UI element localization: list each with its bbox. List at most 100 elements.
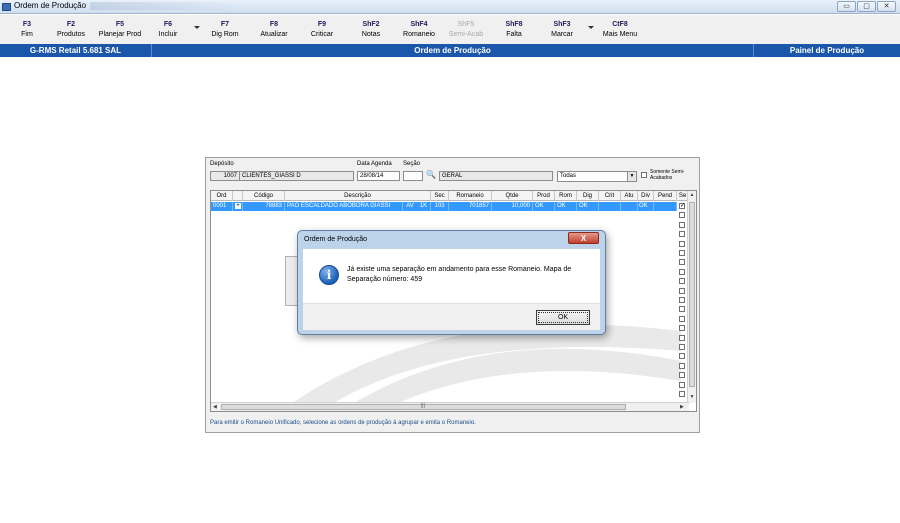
toolbar-label: Dig Rom <box>211 31 239 38</box>
status-filter-value: Todas <box>560 173 577 179</box>
row-select-checkbox[interactable] <box>679 372 685 379</box>
col-romaneio[interactable]: Romaneio <box>449 191 492 201</box>
row-select-checkbox[interactable] <box>679 221 685 228</box>
module-title: Ordem de Produção <box>152 44 754 57</box>
col-descricao[interactable]: Descrição <box>285 191 431 201</box>
toolbar-atualizar-button[interactable]: F8 Atualizar <box>249 20 299 40</box>
row-select-checkbox[interactable] <box>679 297 685 303</box>
row-select-checkbox[interactable] <box>679 306 685 313</box>
row-select-checkbox[interactable] <box>679 325 685 332</box>
toolbar-marcar-button[interactable]: ShF3 Marcar <box>537 20 587 40</box>
table-row[interactable]: 0001 + 78883 PAO ESCALDADO ABOBORA GIASS… <box>211 202 677 211</box>
toolbar-key: F5 <box>115 21 125 28</box>
row-select-checkbox[interactable] <box>679 278 685 285</box>
status-filter-select[interactable]: Todas ▼ <box>557 171 637 182</box>
deposito-code-field[interactable]: 1007 <box>210 171 240 181</box>
cell-prod: OK <box>533 202 555 211</box>
col-sec[interactable]: Sec <box>431 191 449 201</box>
cell-div: OK <box>638 202 654 211</box>
row-select-checkbox[interactable] <box>679 315 685 322</box>
marcar-dropdown-arrow-icon[interactable] <box>588 26 594 29</box>
somente-semi-acabados-checkbox[interactable] <box>641 172 647 178</box>
row-select-checkbox[interactable] <box>679 353 685 360</box>
toolbar-romaneio-button[interactable]: ShF4 Romaneio <box>394 20 444 40</box>
row-select-checkbox[interactable] <box>679 362 685 369</box>
toolbar-label: Notas <box>361 31 381 38</box>
toolbar-label: Criticar <box>310 31 334 38</box>
toolbar-key: ShF5 <box>457 21 475 28</box>
vertical-scrollbar[interactable]: ▲ ▼ <box>687 191 696 403</box>
chevron-down-icon[interactable]: ▼ <box>627 172 636 181</box>
vertical-scroll-thumb[interactable] <box>689 202 695 387</box>
row-select-checkbox[interactable] <box>679 268 685 275</box>
dialog-close-button[interactable]: X <box>568 232 599 244</box>
scroll-down-icon[interactable]: ▼ <box>688 394 696 400</box>
toolbar-key: F6 <box>163 21 173 28</box>
scroll-right-icon[interactable]: ▶ <box>680 404 684 410</box>
binoculars-search-icon[interactable]: 🔍 <box>426 170 436 179</box>
minimize-button[interactable]: ▭ <box>837 1 856 12</box>
dialog-message: Já existe uma separação em andamento par… <box>347 266 572 283</box>
col-atu[interactable]: Atu <box>621 191 638 201</box>
row-select-checkbox[interactable] <box>679 381 685 388</box>
scroll-left-icon[interactable]: ◀ <box>213 404 217 410</box>
toolbar-mais-menu-button[interactable]: CtF8 Mais Menu <box>595 20 645 40</box>
toolbar-planejar-prod-button[interactable]: F5 Planejar Prod <box>95 20 145 40</box>
col-prod[interactable]: Prod <box>533 191 555 201</box>
col-dig[interactable]: Dig <box>577 191 599 201</box>
cell-expand[interactable]: + <box>233 202 243 211</box>
deposito-name-field: CLIENTES_GIASSI D <box>239 171 354 181</box>
toolbar-produtos-button[interactable]: F2 Produtos <box>46 20 96 40</box>
row-select-checkbox-checked[interactable]: ✓ <box>679 203 685 209</box>
row-select-checkbox[interactable] <box>679 250 685 256</box>
expand-plus-icon[interactable]: + <box>235 203 241 209</box>
panel-title: Painel de Produção <box>789 46 865 55</box>
deposito-label: Depósito <box>210 161 234 167</box>
toolbar-incluir-button[interactable]: F6 Incluir <box>143 20 193 40</box>
toolbar-label: Falta <box>506 31 522 38</box>
row-select-checkbox[interactable] <box>679 287 685 294</box>
dialog-footer: OK <box>303 303 600 330</box>
row-select-checkbox[interactable] <box>679 391 685 397</box>
col-ord[interactable]: Ord <box>211 191 233 201</box>
toolbar-criticar-button[interactable]: F9 Criticar <box>297 20 347 40</box>
toolbar-falta-button[interactable]: ShF8 Falta <box>489 20 539 40</box>
row-select-checkbox[interactable] <box>679 344 685 350</box>
col-div[interactable]: Div <box>638 191 654 201</box>
row-select-checkbox[interactable] <box>679 334 685 341</box>
maximize-button[interactable]: ▢ <box>857 1 876 12</box>
secao-code-field[interactable] <box>403 171 423 181</box>
toolbar-notas-button[interactable]: ShF2 Notas <box>346 20 396 40</box>
row-select-checkbox[interactable] <box>679 259 685 266</box>
cell-ord: 0001 <box>211 202 233 211</box>
scroll-grip-icon: ||| <box>421 403 425 409</box>
toolbar-label: Romaneio <box>403 31 435 38</box>
row-select-checkbox[interactable] <box>679 231 685 238</box>
row-select-checkbox[interactable] <box>679 212 685 219</box>
col-qtde[interactable]: Qtde <box>492 191 533 201</box>
toolbar-key: ShF3 <box>553 21 571 28</box>
cell-unit: 1K <box>417 202 431 211</box>
data-agenda-field[interactable]: 28/08/14 <box>357 171 400 181</box>
col-pend[interactable]: Pend <box>654 191 677 201</box>
col-crit[interactable]: Crit <box>599 191 621 201</box>
col-codigo[interactable]: Código <box>243 191 285 201</box>
col-expand <box>233 191 243 201</box>
info-icon: i <box>319 265 339 285</box>
toolbar-label: Fim <box>21 31 33 38</box>
horizontal-scrollbar[interactable]: ◀ ||| ▶ <box>211 402 689 411</box>
row-select-checkbox[interactable] <box>679 240 685 247</box>
cell-qtde: 10,000 <box>492 202 533 211</box>
toolbar-label: Atualizar <box>260 31 288 38</box>
cell-descricao: PAO ESCALDADO ABOBORA GIASSI <box>285 202 403 211</box>
toolbar-dig-rom-button[interactable]: F7 Dig Rom <box>200 20 250 40</box>
romaneio-hint-text: Para emitir o Romaneio Unificado, seleci… <box>210 420 476 426</box>
cell-atu <box>621 202 638 211</box>
scroll-up-icon[interactable]: ▲ <box>688 192 696 198</box>
ok-button[interactable]: OK <box>536 310 590 325</box>
close-window-button[interactable]: ✕ <box>877 1 896 12</box>
col-rom[interactable]: Rom <box>555 191 577 201</box>
toolbar-label: Produtos <box>56 31 86 38</box>
grid-header: Ord Código Descrição Sec Romaneio Qtde P… <box>211 191 696 201</box>
toolbar-fim-button[interactable]: F3 Fim <box>2 20 52 40</box>
